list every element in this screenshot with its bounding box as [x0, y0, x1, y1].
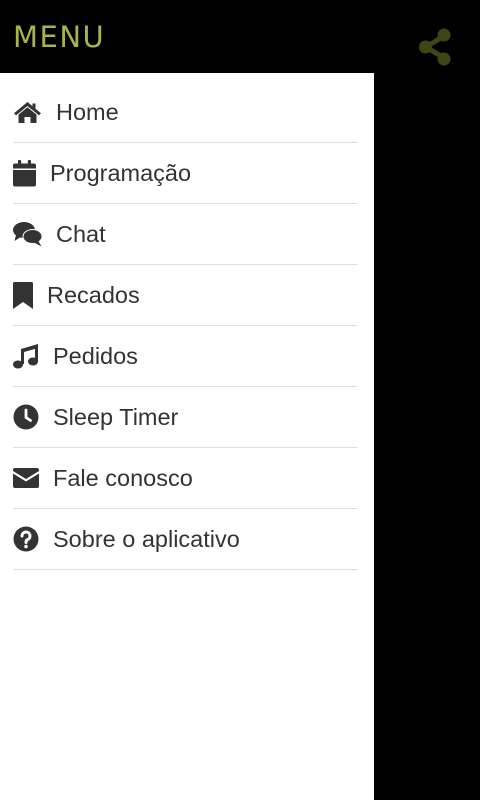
- menu-item-home[interactable]: Home: [13, 82, 357, 143]
- chat-icon: [13, 220, 56, 248]
- bookmark-icon: [13, 281, 47, 309]
- share-button[interactable]: [414, 26, 456, 68]
- menu-item-sleep-timer[interactable]: Sleep Timer: [13, 387, 357, 448]
- menu-item-label: Sobre o aplicativo: [53, 526, 240, 552]
- envelope-icon: [13, 464, 53, 492]
- menu-item-programacao[interactable]: Programação: [13, 143, 357, 204]
- menu-item-label: Pedidos: [53, 343, 138, 369]
- clock-icon: [13, 403, 53, 431]
- menu-item-label: Programação: [50, 160, 192, 186]
- menu-item-label: Chat: [56, 221, 106, 247]
- question-circle-icon: [13, 525, 53, 553]
- menu-item-sobre-o-aplicativo[interactable]: Sobre o aplicativo: [13, 509, 357, 570]
- menu-item-pedidos[interactable]: Pedidos: [13, 326, 357, 387]
- home-icon: [13, 98, 56, 126]
- menu-item-recados[interactable]: Recados: [13, 265, 357, 326]
- menu-title: MENU: [13, 20, 106, 54]
- menu-item-fale-conosco[interactable]: Fale conosco: [13, 448, 357, 509]
- app-screen: MENU Home Programação Chat Recados Pedid…: [0, 0, 480, 800]
- menu-item-label: Home: [56, 99, 119, 125]
- drawer-header: MENU: [0, 0, 374, 73]
- menu-item-chat[interactable]: Chat: [13, 204, 357, 265]
- menu-list: Home Programação Chat Recados Pedidos Sl…: [0, 73, 374, 570]
- menu-item-label: Sleep Timer: [53, 404, 179, 430]
- navigation-drawer: MENU Home Programação Chat Recados Pedid…: [0, 0, 374, 800]
- menu-item-label: Recados: [47, 282, 140, 308]
- share-icon: [419, 28, 451, 66]
- menu-item-label: Fale conosco: [53, 465, 193, 491]
- music-note-icon: [13, 342, 53, 370]
- calendar-icon: [13, 159, 50, 187]
